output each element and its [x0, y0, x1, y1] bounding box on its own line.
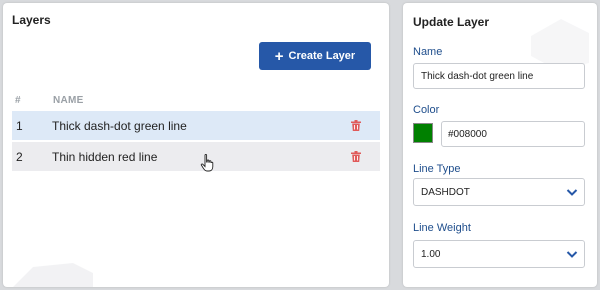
update-layer-title: Update Layer — [413, 15, 490, 29]
layers-panel-title: Layers — [12, 13, 51, 27]
column-header-number: # — [15, 95, 21, 106]
line-type-value: DASHDOT — [421, 186, 470, 198]
layers-panel: Layers + Create Layer # NAME 1 Thick das… — [3, 3, 389, 287]
plus-icon: + — [274, 47, 284, 65]
layer-row-name: Thin hidden red line — [52, 149, 158, 164]
background-decoration — [13, 263, 93, 287]
color-label: Color — [413, 104, 440, 116]
color-hex-field[interactable]: #008000 — [441, 121, 585, 147]
hand-cursor-icon — [200, 154, 214, 172]
name-label: Name — [413, 46, 443, 58]
layer-row-number: 1 — [16, 118, 23, 133]
chevron-down-icon — [566, 189, 578, 196]
chevron-down-icon — [566, 251, 578, 258]
layer-row-1[interactable]: 1 Thick dash-dot green line — [12, 111, 380, 140]
line-type-label: Line Type — [413, 163, 461, 175]
create-layer-label: Create Layer — [288, 50, 356, 62]
layer-row-2[interactable]: 2 Thin hidden red line — [12, 142, 380, 171]
background-decoration — [531, 19, 589, 71]
line-weight-value: 1.00 — [421, 248, 441, 260]
layer-row-number: 2 — [16, 149, 23, 164]
name-field[interactable]: Thick dash-dot green line — [413, 63, 585, 89]
create-layer-button[interactable]: + Create Layer — [259, 42, 371, 70]
line-weight-label: Line Weight — [413, 222, 471, 234]
trash-icon[interactable] — [351, 151, 361, 162]
line-weight-select[interactable]: 1.00 — [413, 240, 585, 268]
column-header-name: NAME — [53, 95, 84, 106]
layer-row-name: Thick dash-dot green line — [52, 118, 187, 133]
color-swatch[interactable] — [413, 123, 433, 143]
update-layer-panel: Update Layer Name Thick dash-dot green l… — [403, 3, 597, 287]
line-type-select[interactable]: DASHDOT — [413, 178, 585, 206]
trash-icon[interactable] — [351, 120, 361, 131]
